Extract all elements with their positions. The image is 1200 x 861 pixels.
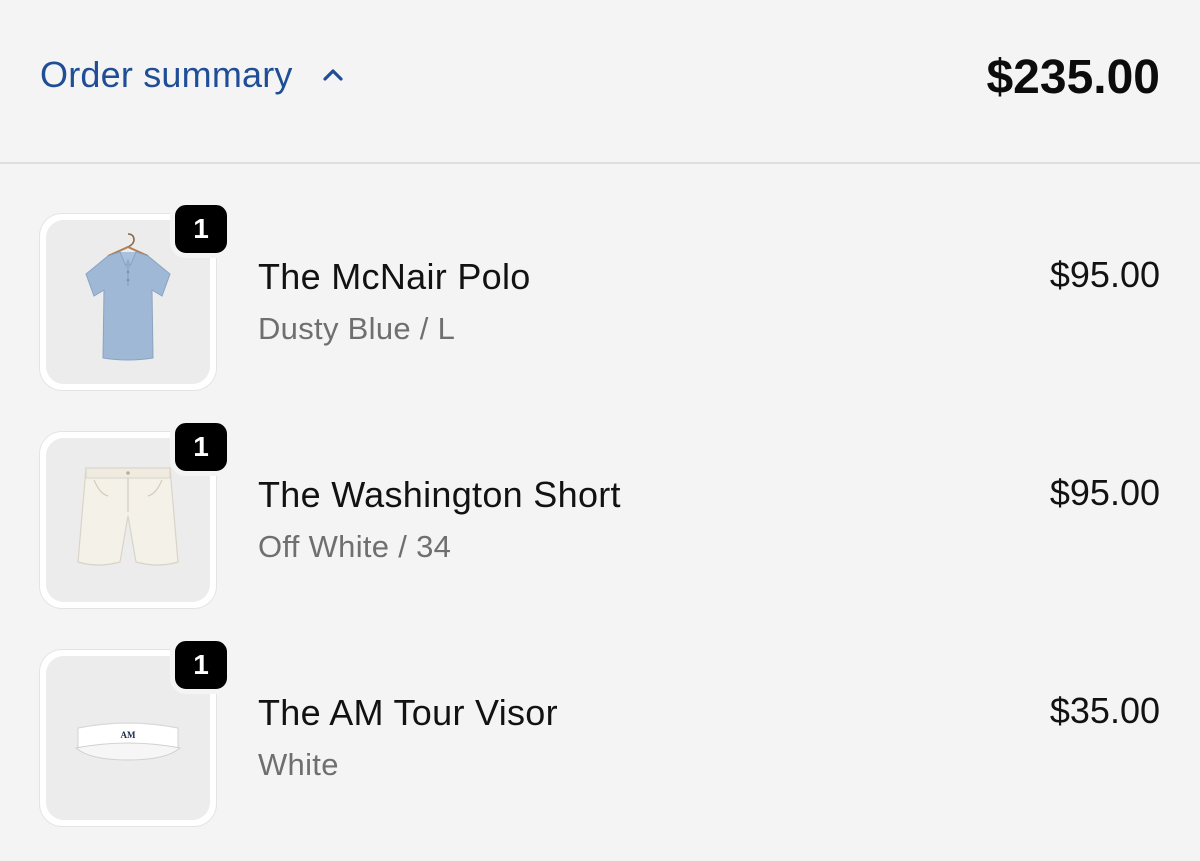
product-variant: White xyxy=(258,747,339,782)
product-name: The McNair Polo xyxy=(258,256,531,297)
product-name: The Washington Short xyxy=(258,474,621,515)
quantity-badge: 1 xyxy=(170,418,232,476)
order-summary-header: Order summary $235.00 xyxy=(0,0,1200,164)
product-name: The AM Tour Visor xyxy=(258,692,558,733)
line-items-list: 1 The McNair Polo Dusty Blue / L $95.00 xyxy=(0,164,1200,826)
product-price: $35.00 xyxy=(1049,690,1160,731)
product-variant: Off White / 34 xyxy=(258,529,452,564)
chevron-up-icon[interactable] xyxy=(321,63,345,87)
product-variant: Dusty Blue / L xyxy=(258,311,456,346)
visor-logo-text: AM xyxy=(121,730,136,740)
order-summary-label: Order summary xyxy=(40,54,293,95)
product-price: $95.00 xyxy=(1049,254,1160,295)
quantity-badge: 1 xyxy=(170,636,232,694)
line-item: AM 1 The AM Tour Visor White $35.00 xyxy=(0,600,1200,826)
line-item: 1 The Washington Short Off White / 34 $9… xyxy=(0,382,1200,608)
line-item: 1 The McNair Polo Dusty Blue / L $95.00 xyxy=(0,164,1200,390)
order-total: $235.00 xyxy=(986,51,1160,104)
product-price: $95.00 xyxy=(1049,472,1160,513)
order-summary-page: Order summary $235.00 1 The McNair Polo … xyxy=(0,0,1200,861)
quantity-badge: 1 xyxy=(170,200,232,258)
order-summary-toggle[interactable]: Order summary xyxy=(40,54,345,96)
